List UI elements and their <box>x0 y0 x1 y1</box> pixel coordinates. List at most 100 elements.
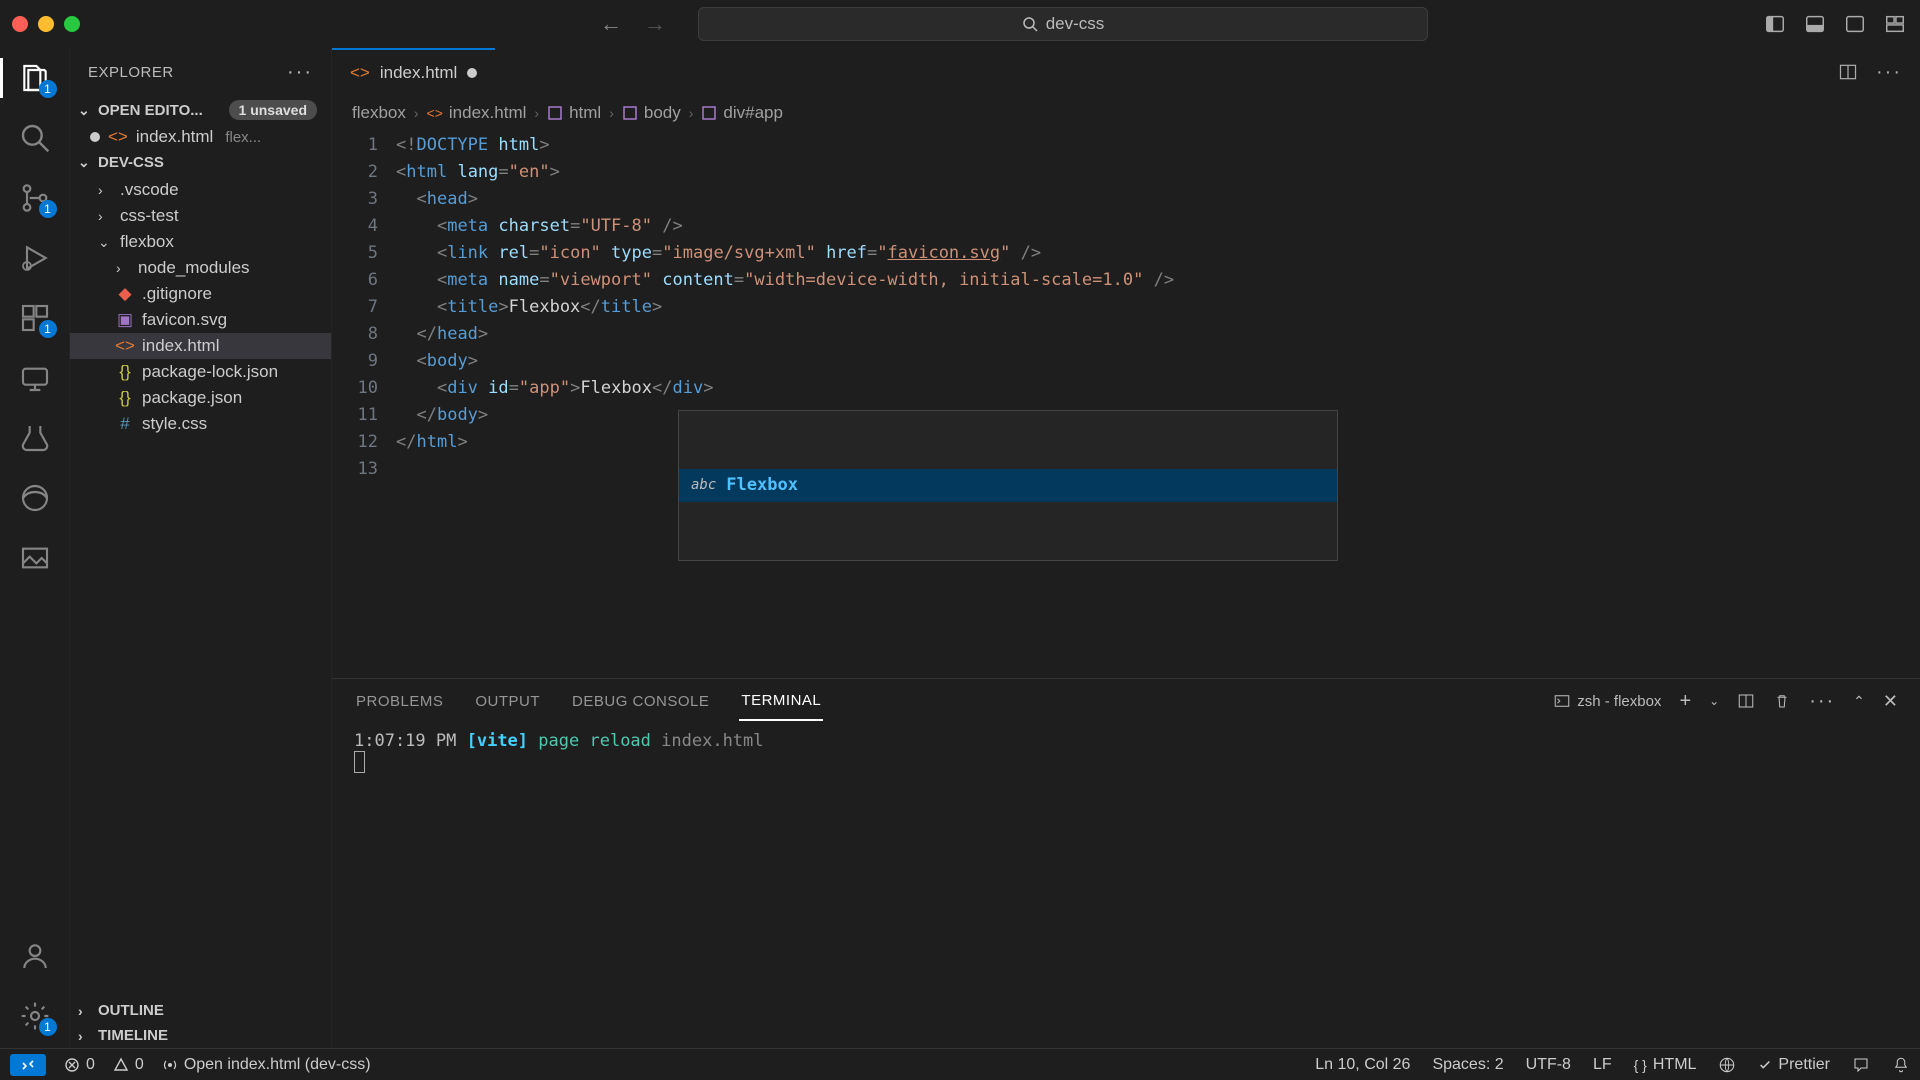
outline-section[interactable]: ›OUTLINE <box>70 998 331 1023</box>
editor-area: <> index.html ··· flexbox› <>index.html›… <box>332 48 1920 1048</box>
remote-explorer-icon[interactable] <box>19 362 51 394</box>
testing-icon[interactable] <box>19 422 51 454</box>
terminal-output[interactable]: 1:07:19 PM [vite] page reload index.html <box>332 723 1920 1048</box>
close-panel-icon[interactable]: ✕ <box>1883 691 1898 712</box>
timeline-section[interactable]: ›TIMELINE <box>70 1023 331 1048</box>
maximize-panel-icon[interactable]: ⌃ <box>1853 693 1865 710</box>
warnings-status[interactable]: 0 <box>113 1056 144 1074</box>
breadcrumb-item: flexbox <box>352 103 406 123</box>
eol-status[interactable]: LF <box>1593 1056 1612 1074</box>
minimize-window[interactable] <box>38 16 54 32</box>
close-window[interactable] <box>12 16 28 32</box>
open-editor-item[interactable]: <> index.html flex... <box>70 124 331 150</box>
tree-file[interactable]: <>index.html <box>70 333 331 359</box>
tree-file[interactable]: {}package-lock.json <box>70 359 331 385</box>
json-file-icon: {} <box>116 363 134 381</box>
settings-icon[interactable]: 1 <box>19 1000 51 1032</box>
sidebar-more-icon[interactable]: ··· <box>287 61 313 84</box>
remote-button[interactable] <box>10 1054 46 1076</box>
panel-more-icon[interactable]: ··· <box>1809 690 1835 713</box>
breadcrumb-item: div#app <box>701 103 783 123</box>
tree-folder[interactable]: ›node_modules <box>70 255 331 281</box>
terminal-dropdown-icon[interactable]: ⌄ <box>1709 694 1719 708</box>
feedback-icon[interactable] <box>1852 1056 1870 1074</box>
edge-icon[interactable] <box>19 482 51 514</box>
source-control-icon[interactable]: 1 <box>19 182 51 214</box>
run-debug-icon[interactable] <box>19 242 51 274</box>
window-controls <box>12 16 80 32</box>
tree-folder[interactable]: ›.vscode <box>70 177 331 203</box>
html-file-icon: <> <box>427 105 443 121</box>
activity-bar: 1 1 1 <box>0 48 70 1048</box>
explorer-icon[interactable]: 1 <box>19 62 51 94</box>
chevron-down-icon: ⌄ <box>78 102 92 119</box>
toggle-panel-icon[interactable] <box>1804 13 1826 35</box>
accounts-icon[interactable] <box>19 940 51 972</box>
encoding-status[interactable]: UTF-8 <box>1526 1056 1571 1074</box>
tab-label: index.html <box>380 63 457 83</box>
panel-tab-terminal[interactable]: TERMINAL <box>739 682 823 721</box>
tree-folder[interactable]: ⌄flexbox <box>70 229 331 255</box>
split-editor-icon[interactable] <box>1838 62 1858 82</box>
panel-tab-debug[interactable]: DEBUG CONSOLE <box>570 683 711 720</box>
open-editors-section[interactable]: ⌄ OPEN EDITO... 1 unsaved <box>70 96 331 124</box>
tab-index-html[interactable]: <> index.html <box>332 48 495 96</box>
suggest-item[interactable]: abc Flexbox <box>679 469 1337 502</box>
tree-file[interactable]: ▣favicon.svg <box>70 307 331 333</box>
code-editor[interactable]: 12345678910111213 <!DOCTYPE html> <html … <box>332 130 1920 678</box>
suggest-label: Flexbox <box>726 472 798 499</box>
live-preview-icon[interactable] <box>1718 1056 1736 1074</box>
split-terminal-icon[interactable] <box>1737 692 1755 710</box>
tree-folder[interactable]: ›css-test <box>70 203 331 229</box>
toggle-primary-sidebar-icon[interactable] <box>1764 13 1786 35</box>
titlebar: ← → dev-css <box>0 0 1920 48</box>
maximize-window[interactable] <box>64 16 80 32</box>
terminal-cursor <box>354 751 365 773</box>
tree-file[interactable]: #style.css <box>70 411 331 437</box>
command-center[interactable]: dev-css <box>698 7 1428 41</box>
nav-forward-icon[interactable]: → <box>644 11 666 37</box>
open-editor-hint: flex... <box>225 129 261 146</box>
image-icon[interactable] <box>19 542 51 574</box>
panel-tab-output[interactable]: OUTPUT <box>473 683 542 720</box>
code-content[interactable]: <!DOCTYPE html> <html lang="en"> <head> … <box>396 130 1920 678</box>
scm-badge: 1 <box>39 200 57 218</box>
line-gutter: 12345678910111213 <box>332 130 396 678</box>
breadcrumb[interactable]: flexbox› <>index.html› html› body› div#a… <box>332 96 1920 130</box>
open-editors-label: OPEN EDITO... <box>98 102 203 119</box>
titlebar-layout-controls <box>1764 13 1906 35</box>
extensions-icon[interactable]: 1 <box>19 302 51 334</box>
unsaved-badge: 1 unsaved <box>229 100 317 120</box>
notifications-icon[interactable] <box>1892 1056 1910 1074</box>
customize-layout-icon[interactable] <box>1884 13 1906 35</box>
editor-more-icon[interactable]: ··· <box>1876 61 1902 84</box>
search-view-icon[interactable] <box>19 122 51 154</box>
chevron-down-icon: ⌄ <box>78 154 92 171</box>
dirty-indicator-icon <box>467 68 477 78</box>
language-status[interactable]: { }HTML <box>1634 1056 1697 1074</box>
intellisense-popup[interactable]: abc Flexbox <box>678 410 1338 561</box>
new-terminal-icon[interactable]: + <box>1679 690 1691 713</box>
nav-back-icon[interactable]: ← <box>600 11 622 37</box>
symbol-icon <box>701 105 717 121</box>
html-file-icon: <> <box>108 127 128 147</box>
html-file-icon: <> <box>350 63 370 83</box>
indentation-status[interactable]: Spaces: 2 <box>1432 1056 1503 1074</box>
panel-tab-problems[interactable]: PROBLEMS <box>354 683 445 720</box>
project-section[interactable]: ⌄ DEV-CSS <box>70 150 331 175</box>
tree-file[interactable]: {}package.json <box>70 385 331 411</box>
cursor-position[interactable]: Ln 10, Col 26 <box>1315 1056 1410 1074</box>
breadcrumb-item: body <box>622 103 681 123</box>
task-status[interactable]: Open index.html (dev-css) <box>162 1056 371 1074</box>
breadcrumb-item: html <box>547 103 601 123</box>
kill-terminal-icon[interactable] <box>1773 692 1791 710</box>
terminal-shell-label[interactable]: zsh - flexbox <box>1553 692 1661 710</box>
symbol-icon <box>622 105 638 121</box>
tree-file[interactable]: ◆.gitignore <box>70 281 331 307</box>
toggle-secondary-sidebar-icon[interactable] <box>1844 13 1866 35</box>
errors-status[interactable]: 0 <box>64 1056 95 1074</box>
status-bar: 0 0 Open index.html (dev-css) Ln 10, Col… <box>0 1048 1920 1080</box>
prettier-status[interactable]: Prettier <box>1758 1056 1830 1074</box>
chevron-right-icon: › <box>78 1028 92 1044</box>
check-icon <box>1758 1058 1772 1072</box>
